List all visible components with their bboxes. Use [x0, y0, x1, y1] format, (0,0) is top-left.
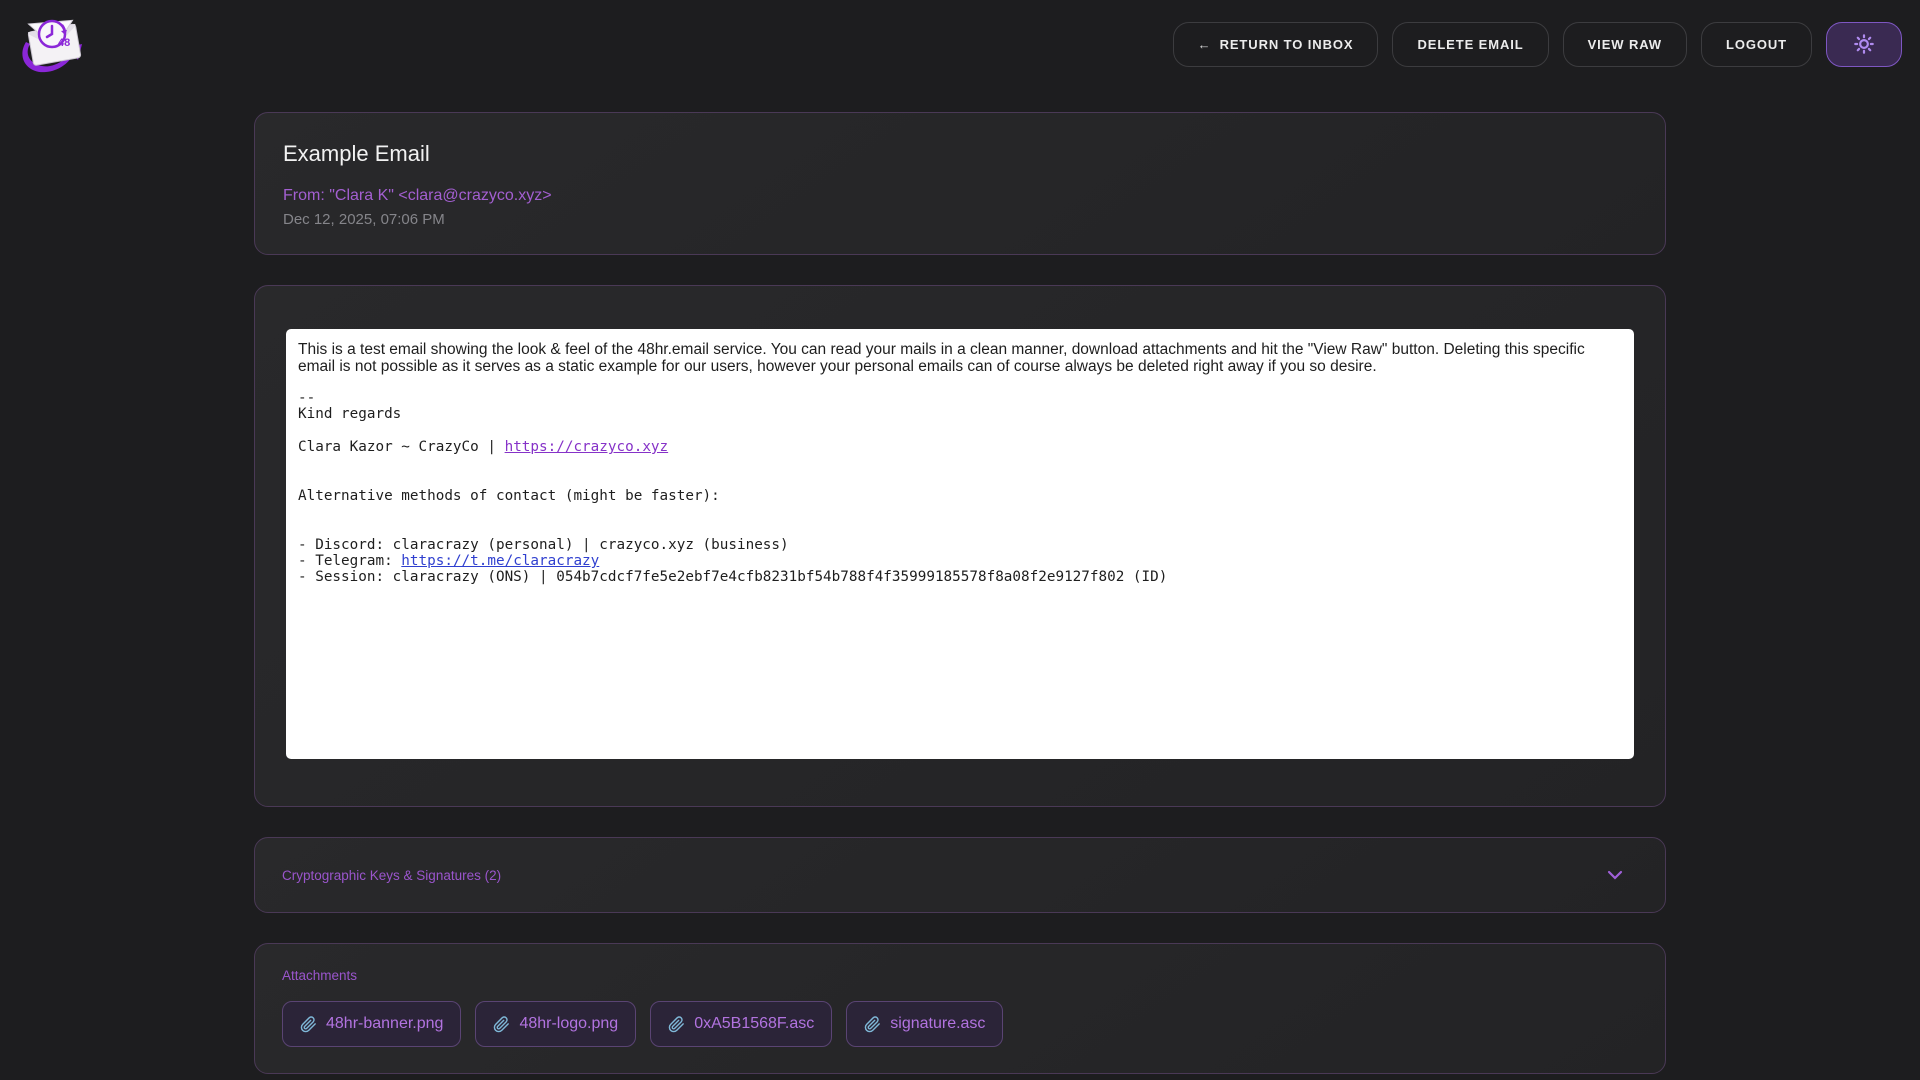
attachments-title: Attachments	[282, 968, 1638, 983]
email-body-card: This is a test email showing the look & …	[254, 285, 1666, 807]
48hr-email-logo[interactable]: 48	[18, 8, 88, 82]
delete-email-label: DELETE EMAIL	[1417, 37, 1523, 52]
view-raw-button[interactable]: VIEW RAW	[1563, 22, 1687, 67]
paperclip-icon	[493, 1016, 510, 1033]
logout-label: LOGOUT	[1726, 37, 1787, 52]
crypto-keys-title: Cryptographic Keys & Signatures (2)	[282, 868, 501, 883]
attachment-filename: 48hr-logo.png	[519, 1015, 618, 1033]
email-body-pane: This is a test email showing the look & …	[286, 329, 1634, 759]
attachment-chip-list: 48hr-banner.png 48hr-logo.png 0xA5B1568F…	[282, 1001, 1638, 1047]
sun-icon	[1853, 33, 1875, 55]
arrow-left-icon: ←	[1198, 37, 1212, 52]
crypto-keys-section[interactable]: Cryptographic Keys & Signatures (2)	[254, 837, 1666, 913]
paperclip-icon	[864, 1016, 881, 1033]
paperclip-icon	[300, 1016, 317, 1033]
delete-email-button[interactable]: DELETE EMAIL	[1392, 22, 1548, 67]
theme-toggle-button[interactable]	[1826, 22, 1902, 67]
logout-button[interactable]: LOGOUT	[1701, 22, 1812, 67]
email-header-card: Example Email From: "Clara K" <clara@cra…	[254, 112, 1666, 255]
attachment-chip[interactable]: 48hr-banner.png	[282, 1001, 461, 1047]
email-body-paragraph: This is a test email showing the look & …	[298, 342, 1622, 375]
toolbar: ← RETURN TO INBOX DELETE EMAIL VIEW RAW …	[1173, 22, 1902, 67]
attachment-filename: signature.asc	[890, 1015, 985, 1033]
view-raw-label: VIEW RAW	[1588, 37, 1662, 52]
email-signature-block: -- Kind regards Clara Kazor ~ CrazyCo | …	[298, 390, 1622, 586]
main-content: Example Email From: "Clara K" <clara@cra…	[254, 112, 1666, 1074]
envelope-clock-logo-icon: 48	[18, 8, 88, 82]
paperclip-icon	[668, 1016, 685, 1033]
return-to-inbox-label: RETURN TO INBOX	[1220, 37, 1354, 52]
return-to-inbox-button[interactable]: ← RETURN TO INBOX	[1173, 22, 1379, 67]
telegram-link[interactable]: https://t.me/claracrazy	[401, 553, 599, 569]
svg-text:48: 48	[58, 37, 70, 49]
chevron-down-icon[interactable]	[1607, 870, 1623, 880]
attachment-filename: 0xA5B1568F.asc	[694, 1015, 814, 1033]
attachment-chip[interactable]: 48hr-logo.png	[475, 1001, 636, 1047]
attachment-filename: 48hr-banner.png	[326, 1015, 443, 1033]
crazyco-link[interactable]: https://crazyco.xyz	[505, 439, 669, 455]
email-date: Dec 12, 2025, 07:06 PM	[283, 211, 1637, 228]
top-bar: 48 ← RETURN TO INBOX DELETE EMAIL VIEW R…	[0, 0, 1920, 88]
attachments-section: Attachments 48hr-banner.png 48hr-logo.pn…	[254, 943, 1666, 1074]
email-from: From: "Clara K" <clara@crazyco.xyz>	[283, 187, 1637, 205]
email-subject: Example Email	[283, 141, 1637, 167]
attachment-chip[interactable]: signature.asc	[846, 1001, 1003, 1047]
attachment-chip[interactable]: 0xA5B1568F.asc	[650, 1001, 832, 1047]
